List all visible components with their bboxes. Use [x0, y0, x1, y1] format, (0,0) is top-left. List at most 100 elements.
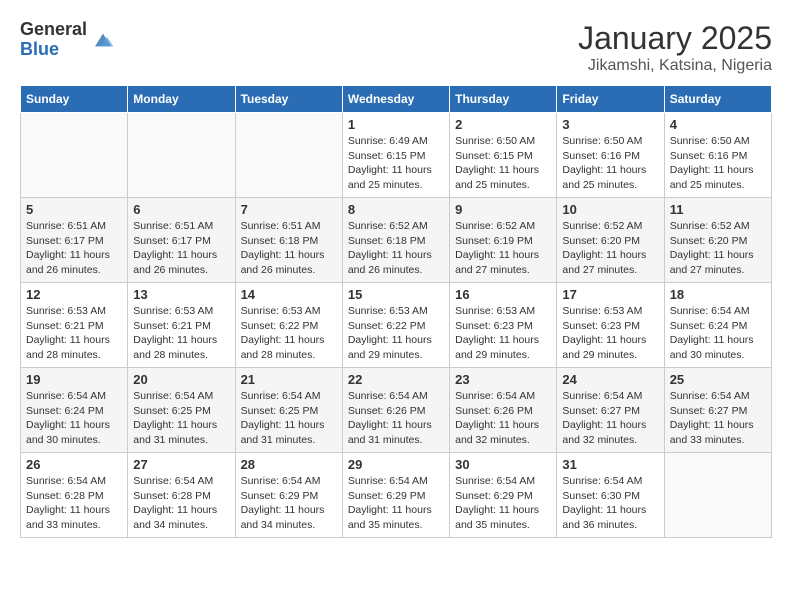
- day-info: Sunrise: 6:52 AMSunset: 6:18 PMDaylight:…: [348, 219, 444, 278]
- calendar-cell: 21Sunrise: 6:54 AMSunset: 6:25 PMDayligh…: [235, 368, 342, 453]
- day-number: 21: [241, 372, 337, 387]
- day-info: Sunrise: 6:53 AMSunset: 6:21 PMDaylight:…: [26, 304, 122, 363]
- calendar-title: January 2025: [578, 20, 772, 57]
- logo: General Blue: [20, 20, 115, 60]
- day-number: 29: [348, 457, 444, 472]
- day-number: 1: [348, 117, 444, 132]
- calendar-cell: 30 Sunrise: 6:54 AMSunset: 6:29 PMDayligh…: [450, 453, 557, 538]
- calendar-cell: 14 Sunrise: 6:53 AMSunset: 6:22 PMDayligh…: [235, 283, 342, 368]
- calendar-cell: 18Sunrise: 6:54 AMSunset: 6:24 PMDayligh…: [664, 283, 771, 368]
- day-info: Sunrise: 6:54 AMSunset: 6:30 PMDaylight:…: [562, 474, 658, 533]
- day-number: 7: [241, 202, 337, 217]
- day-info: Sunrise: 6:54 AMSunset: 6:29 PMDaylight:…: [455, 474, 551, 533]
- day-number: 30: [455, 457, 551, 472]
- day-info: Sunrise: 6:54 AMSunset: 6:27 PMDaylight:…: [670, 389, 766, 448]
- calendar-cell: [235, 113, 342, 198]
- calendar-cell: 29Sunrise: 6:54 AMSunset: 6:29 PMDayligh…: [342, 453, 449, 538]
- day-number: 10: [562, 202, 658, 217]
- day-number: 13: [133, 287, 229, 302]
- calendar-cell: 1 Sunrise: 6:49 AMSunset: 6:15 PMDaylight…: [342, 113, 449, 198]
- day-info: Sunrise: 6:53 AMSunset: 6:23 PMDaylight:…: [562, 304, 658, 363]
- weekday-header: Monday: [128, 86, 235, 113]
- day-info: Sunrise: 6:54 AMSunset: 6:25 PMDaylight:…: [133, 389, 229, 448]
- weekday-header: Sunday: [21, 86, 128, 113]
- day-number: 26: [26, 457, 122, 472]
- calendar-cell: 8 Sunrise: 6:52 AMSunset: 6:18 PMDaylight…: [342, 198, 449, 283]
- day-info: Sunrise: 6:54 AMSunset: 6:27 PMDaylight:…: [562, 389, 658, 448]
- calendar-cell: 19 Sunrise: 6:54 AMSunset: 6:24 PMDayligh…: [21, 368, 128, 453]
- calendar-cell: 16 Sunrise: 6:53 AMSunset: 6:23 PMDayligh…: [450, 283, 557, 368]
- logo-blue: Blue: [20, 40, 87, 60]
- day-number: 11: [670, 202, 766, 217]
- calendar-cell: 31 Sunrise: 6:54 AMSunset: 6:30 PMDayligh…: [557, 453, 664, 538]
- weekday-header: Saturday: [664, 86, 771, 113]
- calendar-cell: 11 Sunrise: 6:52 AMSunset: 6:20 PMDayligh…: [664, 198, 771, 283]
- day-info: Sunrise: 6:50 AMSunset: 6:16 PMDaylight:…: [562, 134, 658, 193]
- day-number: 16: [455, 287, 551, 302]
- calendar-cell: 23 Sunrise: 6:54 AMSunset: 6:26 PMDayligh…: [450, 368, 557, 453]
- day-info: Sunrise: 6:54 AMSunset: 6:26 PMDaylight:…: [348, 389, 444, 448]
- day-number: 6: [133, 202, 229, 217]
- day-number: 23: [455, 372, 551, 387]
- day-info: Sunrise: 6:54 AMSunset: 6:28 PMDaylight:…: [133, 474, 229, 533]
- day-number: 12: [26, 287, 122, 302]
- day-info: Sunrise: 6:52 AMSunset: 6:20 PMDaylight:…: [670, 219, 766, 278]
- calendar-cell: 22 Sunrise: 6:54 AMSunset: 6:26 PMDayligh…: [342, 368, 449, 453]
- day-number: 27: [133, 457, 229, 472]
- day-number: 15: [348, 287, 444, 302]
- day-number: 2: [455, 117, 551, 132]
- day-number: 28: [241, 457, 337, 472]
- day-number: 19: [26, 372, 122, 387]
- weekday-header: Thursday: [450, 86, 557, 113]
- calendar-cell: [21, 113, 128, 198]
- day-info: Sunrise: 6:54 AMSunset: 6:29 PMDaylight:…: [241, 474, 337, 533]
- day-number: 25: [670, 372, 766, 387]
- calendar-cell: 7 Sunrise: 6:51 AMSunset: 6:18 PMDaylight…: [235, 198, 342, 283]
- day-number: 24: [562, 372, 658, 387]
- day-number: 20: [133, 372, 229, 387]
- weekday-header: Tuesday: [235, 86, 342, 113]
- calendar-subtitle: Jikamshi, Katsina, Nigeria: [578, 57, 772, 75]
- calendar-cell: 28 Sunrise: 6:54 AMSunset: 6:29 PMDayligh…: [235, 453, 342, 538]
- calendar-cell: 15Sunrise: 6:53 AMSunset: 6:22 PMDayligh…: [342, 283, 449, 368]
- calendar-cell: 9 Sunrise: 6:52 AMSunset: 6:19 PMDaylight…: [450, 198, 557, 283]
- calendar-cell: 25 Sunrise: 6:54 AMSunset: 6:27 PMDayligh…: [664, 368, 771, 453]
- day-number: 9: [455, 202, 551, 217]
- day-number: 3: [562, 117, 658, 132]
- day-number: 17: [562, 287, 658, 302]
- calendar-cell: 3 Sunrise: 6:50 AMSunset: 6:16 PMDaylight…: [557, 113, 664, 198]
- day-info: Sunrise: 6:54 AMSunset: 6:26 PMDaylight:…: [455, 389, 551, 448]
- day-number: 22: [348, 372, 444, 387]
- day-number: 14: [241, 287, 337, 302]
- weekday-header: Wednesday: [342, 86, 449, 113]
- day-number: 31: [562, 457, 658, 472]
- logo-general: General: [20, 20, 87, 40]
- day-info: Sunrise: 6:51 AMSunset: 6:18 PMDaylight:…: [241, 219, 337, 278]
- day-number: 8: [348, 202, 444, 217]
- page-header: General Blue January 2025 Jikamshi, Kats…: [20, 20, 772, 75]
- day-info: Sunrise: 6:51 AMSunset: 6:17 PMDaylight:…: [133, 219, 229, 278]
- calendar-cell: 20 Sunrise: 6:54 AMSunset: 6:25 PMDayligh…: [128, 368, 235, 453]
- weekday-header-row: SundayMondayTuesdayWednesdayThursdayFrid…: [21, 86, 772, 113]
- day-number: 18: [670, 287, 766, 302]
- calendar-cell: [128, 113, 235, 198]
- calendar-cell: 26 Sunrise: 6:54 AMSunset: 6:28 PMDayligh…: [21, 453, 128, 538]
- day-info: Sunrise: 6:54 AMSunset: 6:24 PMDaylight:…: [26, 389, 122, 448]
- calendar-cell: [664, 453, 771, 538]
- calendar-week-row: 1 Sunrise: 6:49 AMSunset: 6:15 PMDaylight…: [21, 113, 772, 198]
- day-info: Sunrise: 6:50 AMSunset: 6:15 PMDaylight:…: [455, 134, 551, 193]
- calendar-cell: 2 Sunrise: 6:50 AMSunset: 6:15 PMDaylight…: [450, 113, 557, 198]
- day-info: Sunrise: 6:53 AMSunset: 6:23 PMDaylight:…: [455, 304, 551, 363]
- day-info: Sunrise: 6:53 AMSunset: 6:22 PMDaylight:…: [241, 304, 337, 363]
- day-info: Sunrise: 6:52 AMSunset: 6:19 PMDaylight:…: [455, 219, 551, 278]
- calendar-week-row: 5Sunrise: 6:51 AMSunset: 6:17 PMDaylight…: [21, 198, 772, 283]
- calendar-cell: 12 Sunrise: 6:53 AMSunset: 6:21 PMDayligh…: [21, 283, 128, 368]
- calendar-cell: 24 Sunrise: 6:54 AMSunset: 6:27 PMDayligh…: [557, 368, 664, 453]
- day-info: Sunrise: 6:53 AMSunset: 6:21 PMDaylight:…: [133, 304, 229, 363]
- day-info: Sunrise: 6:49 AMSunset: 6:15 PMDaylight:…: [348, 134, 444, 193]
- calendar-week-row: 26 Sunrise: 6:54 AMSunset: 6:28 PMDayligh…: [21, 453, 772, 538]
- day-info: Sunrise: 6:54 AMSunset: 6:28 PMDaylight:…: [26, 474, 122, 533]
- title-block: January 2025 Jikamshi, Katsina, Nigeria: [578, 20, 772, 75]
- day-info: Sunrise: 6:52 AMSunset: 6:20 PMDaylight:…: [562, 219, 658, 278]
- calendar-cell: 5Sunrise: 6:51 AMSunset: 6:17 PMDaylight…: [21, 198, 128, 283]
